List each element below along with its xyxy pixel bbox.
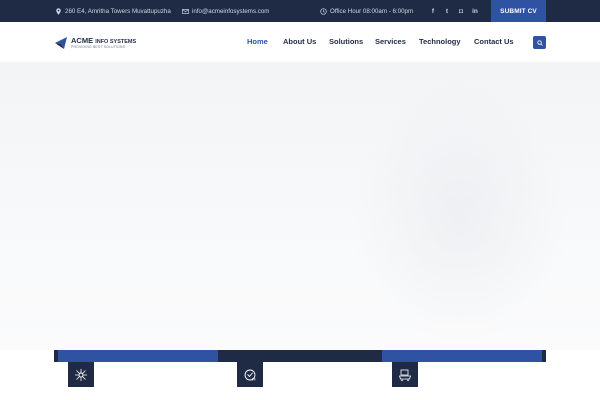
logo-mark-icon <box>55 37 67 49</box>
nav-home[interactable]: Home <box>247 37 268 46</box>
nav-services[interactable]: Services <box>375 37 406 46</box>
logo-text: ACME INFO SYSTEMS PROVIDING BEST SOLUTIO… <box>71 35 137 50</box>
feature-card-3[interactable] <box>392 362 418 387</box>
hero-banner <box>0 62 600 350</box>
feature-bar-2 <box>218 350 382 362</box>
feature-bar-1 <box>54 350 218 362</box>
network-icon <box>75 368 87 381</box>
nav-solutions[interactable]: Solutions <box>329 37 363 46</box>
search-icon <box>536 39 543 46</box>
location-pin-icon <box>55 7 62 15</box>
clock-icon <box>320 7 327 15</box>
svg-text:24: 24 <box>252 377 256 381</box>
twitter-icon[interactable]: t <box>443 7 451 15</box>
linkedin-icon[interactable]: in <box>471 7 479 15</box>
feature-bar-edge <box>54 350 58 362</box>
feature-card-2[interactable]: 24 <box>237 362 263 387</box>
feature-bar-3 <box>382 350 546 362</box>
logo-name-main: ACME <box>71 35 94 45</box>
nav-about-us[interactable]: About Us <box>283 37 316 46</box>
nav-contact-us[interactable]: Contact Us <box>474 37 514 46</box>
email-link[interactable]: info@acmeinfosystems.com <box>192 8 269 15</box>
logo-name-sub: INFO SYSTEMS <box>95 38 137 45</box>
feature-card-1[interactable] <box>68 362 94 387</box>
logo[interactable]: ACME INFO SYSTEMS PROVIDING BEST SOLUTIO… <box>54 34 136 52</box>
address-text: 260 E4, Amritha Towers Muvattupuzha <box>65 7 171 15</box>
office-hours-text: Office Hour 08:00am - 6:00pm <box>330 7 414 15</box>
address: 260 E4, Amritha Towers Muvattupuzha <box>55 0 171 22</box>
hero-background-shape <box>350 82 570 342</box>
feature-bar-edge <box>542 350 546 362</box>
nav-technology[interactable]: Technology <box>419 37 461 46</box>
submit-cv-button[interactable]: SUBMIT CV <box>491 0 546 22</box>
support-icon: 24 <box>244 369 256 381</box>
email[interactable]: info@acmeinfosystems.com <box>182 0 269 22</box>
mail-icon <box>182 8 189 15</box>
instagram-icon[interactable]: ◘ <box>457 7 465 15</box>
cart-icon <box>398 369 412 381</box>
facebook-icon[interactable]: f <box>429 7 437 15</box>
top-bar: 260 E4, Amritha Towers Muvattupuzha info… <box>0 0 600 22</box>
office-hours: Office Hour 08:00am - 6:00pm <box>320 0 413 22</box>
search-button[interactable] <box>533 36 546 49</box>
logo-tagline: PROVIDING BEST SOLUTIONS <box>71 45 126 50</box>
